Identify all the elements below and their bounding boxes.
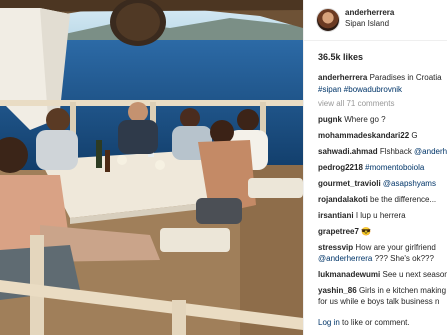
comment: irsantiani I lup u herrera <box>318 210 447 221</box>
post-header: anderherrera Sipan Island <box>304 0 447 41</box>
header-username[interactable]: anderherrera <box>345 8 394 17</box>
comment-text: How are your girlfriend <box>355 243 436 252</box>
comment: grapetree7 😎 <box>318 226 447 237</box>
comment-text-line2: ??? She's ok??? <box>372 254 434 263</box>
comment-username[interactable]: lukmanadewumi <box>318 270 380 279</box>
comment: rojandalakoti be the difference... <box>318 194 447 205</box>
comment-text: Flshback <box>379 147 415 156</box>
photo-illustration <box>0 0 303 335</box>
avatar[interactable] <box>316 8 340 32</box>
comment-username[interactable]: mohammadeskandari22 <box>318 131 409 140</box>
comment-mention[interactable]: @anderherrera <box>318 254 372 263</box>
comment-mention[interactable]: @asapshyams <box>383 179 436 188</box>
comment-username[interactable]: rojandalakoti <box>318 195 368 204</box>
login-prompt-text: to like or comment. <box>342 318 410 327</box>
likes-count[interactable]: 36.5k likes <box>318 52 363 62</box>
comment-username[interactable]: yashin_86 <box>318 286 357 295</box>
header-location[interactable]: Sipan Island <box>345 19 389 28</box>
caption: anderherrera Paradises in Croatia #sipan… <box>318 72 447 96</box>
post-sidebar: anderherrera Sipan Island 36.5k likes an… <box>303 0 447 335</box>
comment-text: be the difference... <box>370 195 437 204</box>
comment: pedrog2218 #momentoboiola <box>318 162 447 173</box>
comment: lukmanadewumi See u next season <box>318 269 447 280</box>
comment-text: G <box>411 131 418 140</box>
login-link[interactable]: Log in <box>318 318 340 327</box>
comment: sahwadi.ahmad Flshback @anderh <box>318 146 447 157</box>
comment-emoji: 😎 <box>361 227 372 236</box>
comment-hashtag[interactable]: #momentoboiola <box>365 163 424 172</box>
comment: pugnk Where go ? <box>318 114 447 125</box>
comment-mention[interactable]: @anderh <box>414 147 447 156</box>
view-all-comments-link[interactable]: view all 71 comments <box>318 99 394 108</box>
comment-text: I lup u herrera <box>355 211 406 220</box>
caption-hashtags[interactable]: #sipan #bowadubrovnik <box>318 85 402 94</box>
comment-username[interactable]: pugnk <box>318 115 342 124</box>
comment-username[interactable]: gourmet_travioli <box>318 179 381 188</box>
comments-list: pugnk Where go ? mohammadeskandari22 G s… <box>318 114 447 312</box>
comment-username[interactable]: stressvip <box>318 243 353 252</box>
login-prompt: Log in to like or comment. <box>318 318 410 327</box>
caption-text: Paradises in Croatia <box>369 73 442 82</box>
comment: mohammadeskandari22 G <box>318 130 447 141</box>
comment: gourmet_travioli @asapshyams <box>318 178 447 189</box>
comment-text: Girls in e kitchen making <box>358 286 447 295</box>
comment: stressvip How are your girlfriend @ander… <box>318 242 447 264</box>
comment-text-line2: for us while e boys talk business n <box>318 297 440 306</box>
comment-username[interactable]: grapetree7 <box>318 227 359 236</box>
post-photo[interactable] <box>0 0 303 335</box>
instagram-post-embed: anderherrera Sipan Island 36.5k likes an… <box>0 0 447 335</box>
comment-username[interactable]: irsantiani <box>318 211 354 220</box>
comment: yashin_86 Girls in e kitchen making for … <box>318 285 447 307</box>
comment-text: See u next season <box>382 270 447 279</box>
comment-text: Where go ? <box>344 115 386 124</box>
comment-username[interactable]: sahwadi.ahmad <box>318 147 378 156</box>
caption-username[interactable]: anderherrera <box>318 73 367 82</box>
comment-username[interactable]: pedrog2218 <box>318 163 363 172</box>
